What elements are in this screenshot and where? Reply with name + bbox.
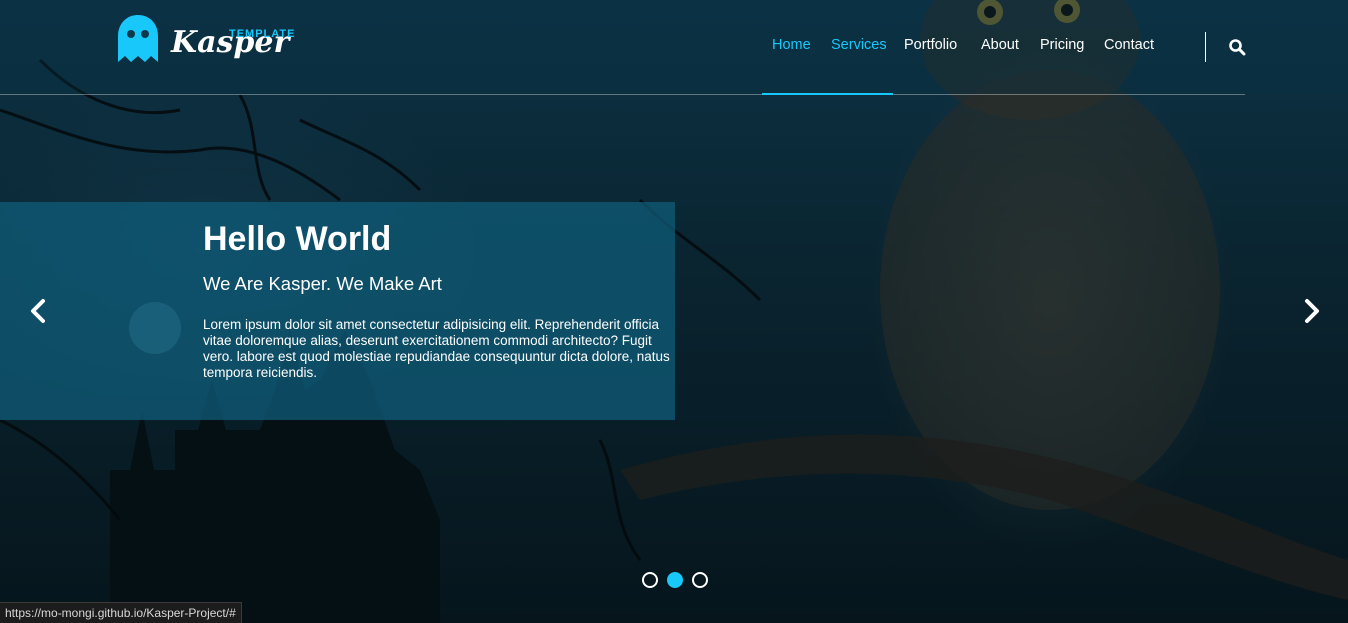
logo-tagline: TEMPLATE [229, 28, 296, 40]
nav-link-home[interactable]: Home [772, 37, 811, 53]
nav-active-underline [762, 93, 893, 95]
search-icon[interactable] [1228, 38, 1246, 56]
slider-bullet-3[interactable] [692, 572, 708, 588]
browser-status-url: https://mo-mongi.github.io/Kasper-Projec… [0, 602, 242, 623]
slider-bullets [641, 572, 711, 590]
header-divider [0, 94, 1245, 95]
hero-title: Hello World [203, 220, 392, 258]
hero-subtitle: We Are Kasper. We Make Art [203, 273, 442, 294]
nav-link-about[interactable]: About [981, 37, 1019, 53]
slider-bullet-2[interactable] [667, 572, 683, 588]
nav-link-portfolio[interactable]: Portfolio [904, 37, 957, 53]
nav-link-contact[interactable]: Contact [1104, 37, 1154, 53]
slider-bullet-1[interactable] [642, 572, 658, 588]
nav-link-services[interactable]: Services [831, 37, 887, 53]
hero-description: Lorem ipsum dolor sit amet consectetur a… [203, 317, 670, 380]
chevron-left-icon[interactable] [26, 296, 50, 326]
ghost-icon [118, 15, 158, 62]
hero-section: Kasper TEMPLATE Home Services Portfolio … [0, 0, 1348, 623]
nav-link-pricing[interactable]: Pricing [1040, 37, 1084, 53]
tree-branch [620, 434, 1348, 600]
logo[interactable]: Kasper TEMPLATE [117, 14, 297, 70]
nav-separator [1205, 32, 1206, 62]
chevron-right-icon[interactable] [1300, 296, 1324, 326]
